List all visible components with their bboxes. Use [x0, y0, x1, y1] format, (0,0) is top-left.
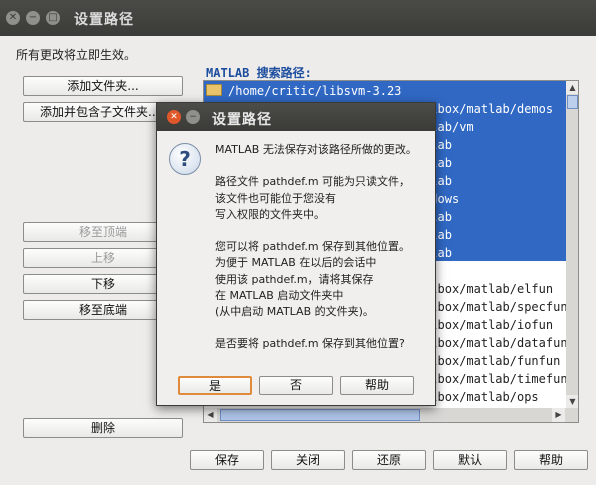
dialog-message-line: (从中启动 MATLAB 的文件夹)。	[215, 305, 374, 318]
main-window-title: 设置路径	[74, 12, 134, 28]
remove-button[interactable]: 删除	[23, 418, 183, 438]
question-icon: ?	[169, 143, 201, 175]
main-minimize-icon[interactable]: −	[26, 11, 40, 25]
folder-icon	[206, 84, 222, 96]
dialog-title: 设置路径	[212, 112, 272, 128]
no-button[interactable]: 否	[259, 376, 333, 395]
close-button[interactable]: 关闭	[271, 450, 345, 470]
dialog-message-line: 在 MATLAB 启动文件夹中	[215, 288, 344, 302]
add-folder-button[interactable]: 添加文件夹...	[23, 76, 183, 96]
save-path-dialog: ✕ − 设置路径 ? MATLAB 无法保存对该路径所做的更改。 路径文件 pat…	[156, 102, 436, 406]
dialog-message-line: 写入权限的文件夹中。	[215, 207, 325, 221]
dialog-minimize-icon[interactable]: −	[186, 110, 200, 124]
dialog-close-icon[interactable]: ✕	[167, 110, 181, 124]
scroll-up-icon[interactable]: ▲	[566, 81, 578, 94]
search-path-label: MATLAB 搜索路径:	[206, 66, 312, 80]
scroll-left-icon[interactable]: ◀	[204, 408, 217, 422]
scroll-down-icon[interactable]: ▼	[566, 395, 578, 408]
dialog-message-line: 您可以将 pathdef.m 保存到其他位置。	[215, 240, 411, 254]
horizontal-scroll-thumb[interactable]	[220, 409, 420, 421]
dialog-help-button[interactable]: 帮助	[340, 376, 414, 395]
dialog-message-line: 是否要将 pathdef.m 保存到其他位置?	[215, 337, 405, 351]
path-row[interactable]: /home/critic/libsvm-3.23	[206, 82, 401, 100]
dialog-message-line: 使用该 pathdef.m，请将其保存	[215, 272, 374, 286]
vertical-scroll-thumb[interactable]	[567, 95, 578, 109]
restore-button[interactable]: 还原	[352, 450, 426, 470]
yes-button[interactable]: 是	[178, 376, 252, 395]
horizontal-scrollbar[interactable]: ◀ ▶	[204, 408, 578, 422]
changes-hint: 所有更改将立即生效。	[16, 48, 137, 62]
dialog-message-line: 该文件也可能位于您没有	[215, 191, 336, 205]
path-text: /home/critic/libsvm-3.23	[228, 84, 402, 98]
help-button[interactable]: 帮助	[514, 450, 588, 470]
default-button[interactable]: 默认	[433, 450, 507, 470]
dialog-message-line: 路径文件 pathdef.m 可能为只读文件，	[215, 175, 411, 189]
dialog-message-line: 为便于 MATLAB 在以后的会话中	[215, 256, 377, 270]
main-maximize-icon[interactable]: □	[46, 11, 60, 25]
save-button[interactable]: 保存	[190, 450, 264, 470]
dialog-message-line: MATLAB 无法保存对该路径所做的更改。	[215, 143, 417, 156]
vertical-scrollbar[interactable]: ▲ ▼	[566, 81, 578, 408]
main-close-icon[interactable]: ✕	[6, 11, 20, 25]
scroll-right-icon[interactable]: ▶	[552, 408, 565, 422]
